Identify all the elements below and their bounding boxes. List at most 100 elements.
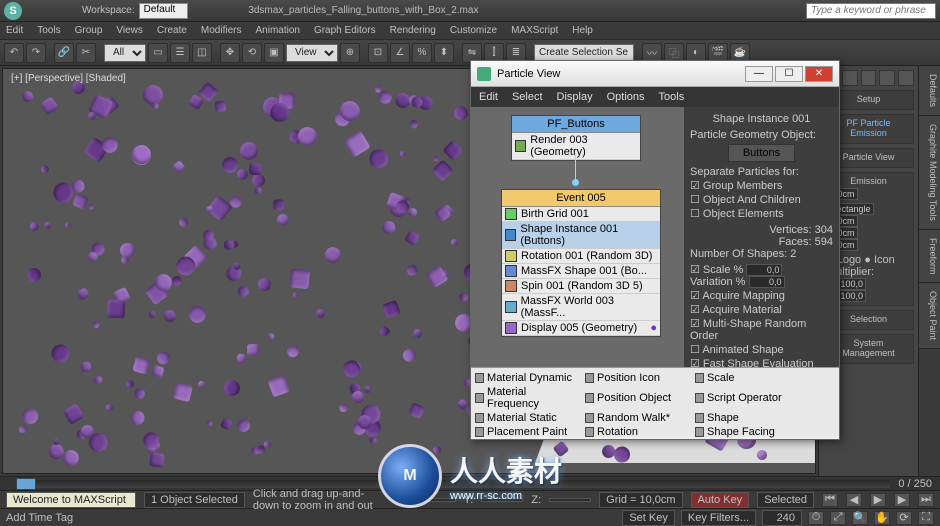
chk-multishape[interactable]: ☑ Multi-Shape Random Order: [690, 317, 833, 342]
modify-tab-icon[interactable]: [842, 70, 858, 86]
menu-edit[interactable]: Edit: [6, 25, 23, 36]
setkey-button[interactable]: Set Key: [622, 510, 675, 526]
menu-help[interactable]: Help: [572, 25, 593, 36]
event-header[interactable]: Event 005: [502, 190, 660, 207]
minimize-icon[interactable]: —: [745, 66, 773, 82]
app-icon[interactable]: S: [4, 2, 22, 20]
chk-obj-children[interactable]: ☐ Object And Children: [690, 193, 833, 206]
maxscript-listener[interactable]: Welcome to MAXScript: [6, 492, 136, 508]
refcoord-dropdown[interactable]: View: [286, 44, 338, 62]
chk-acq-mapping[interactable]: ☑ Acquire Mapping: [690, 289, 833, 302]
op-spin[interactable]: Spin 001 (Random 3D 5): [502, 279, 660, 294]
maximize-vp-icon[interactable]: ⛶: [918, 511, 934, 525]
next-frame-icon[interactable]: ▶: [894, 493, 910, 507]
snap-icon[interactable]: ⊡: [368, 43, 388, 63]
zoom-icon[interactable]: 🔍: [852, 511, 868, 525]
unlink-icon[interactable]: ✂: [76, 43, 96, 63]
z-coord[interactable]: [549, 498, 591, 502]
display-tab-icon[interactable]: [898, 70, 914, 86]
op-display[interactable]: Display 005 (Geometry)●: [502, 321, 660, 336]
search-input[interactable]: [806, 3, 936, 19]
pv-menu-options[interactable]: Options: [607, 91, 645, 103]
hierarchy-tab-icon[interactable]: [861, 70, 877, 86]
menu-animation[interactable]: Animation: [255, 25, 299, 36]
selection-filter-dropdown[interactable]: All: [104, 44, 146, 62]
redo-icon[interactable]: ↷: [26, 43, 46, 63]
select-region-icon[interactable]: ◫: [192, 43, 212, 63]
move-icon[interactable]: ✥: [220, 43, 240, 63]
menu-rendering[interactable]: Rendering: [390, 25, 436, 36]
depot-scale[interactable]: Scale: [695, 372, 795, 384]
pv-canvas[interactable]: PF_Buttons Render 003 (Geometry) Event 0…: [471, 107, 684, 367]
timeline[interactable]: 0 / 250: [0, 476, 940, 490]
depot-shape[interactable]: Shape: [695, 412, 795, 424]
depot-random-walk[interactable]: Random Walk*: [585, 412, 685, 424]
menu-group[interactable]: Group: [75, 25, 103, 36]
op-massfx-world[interactable]: MassFX World 003 (MassF...: [502, 294, 660, 321]
anglesnap-icon[interactable]: ∠: [390, 43, 410, 63]
vtab-objectpaint[interactable]: Object Paint: [919, 283, 940, 349]
y-coord[interactable]: [481, 498, 523, 502]
time-slider[interactable]: [16, 480, 890, 488]
timeslider-thumb[interactable]: [16, 478, 36, 490]
keyfilters-button[interactable]: Key Filters...: [681, 510, 756, 526]
pv-menu-select[interactable]: Select: [512, 91, 543, 103]
menu-grapheditors[interactable]: Graph Editors: [314, 25, 376, 36]
menu-customize[interactable]: Customize: [450, 25, 497, 36]
chk-fast-eval[interactable]: ☑ Fast Shape Evaluation: [690, 357, 833, 367]
depot-material-static[interactable]: Material Static: [475, 412, 575, 424]
spinnersnap-icon[interactable]: ⬍: [434, 43, 454, 63]
depot-material-frequency[interactable]: Material Frequency: [475, 386, 575, 410]
prev-frame-icon[interactable]: ◀: [846, 493, 862, 507]
op-rotation[interactable]: Rotation 001 (Random 3D): [502, 249, 660, 264]
pf-source-node[interactable]: PF_Buttons Render 003 (Geometry): [511, 115, 641, 161]
percentsnap-icon[interactable]: %: [412, 43, 432, 63]
select-name-icon[interactable]: ☰: [170, 43, 190, 63]
scale-input[interactable]: 0,0: [746, 264, 782, 276]
op-massfx-shape[interactable]: MassFX Shape 001 (Bo...: [502, 264, 660, 279]
pv-menu-edit[interactable]: Edit: [479, 91, 498, 103]
zoom-extents-icon[interactable]: ⤢: [830, 511, 846, 525]
scale-icon[interactable]: ▣: [264, 43, 284, 63]
depot-rotation[interactable]: Rotation: [585, 426, 685, 438]
x-coord[interactable]: [414, 498, 456, 502]
timeconfig-icon[interactable]: ⏱: [808, 511, 824, 525]
menu-create[interactable]: Create: [157, 25, 187, 36]
depot-material-dynamic[interactable]: Material Dynamic: [475, 372, 575, 384]
vtab-defaults[interactable]: Defaults: [919, 66, 940, 116]
pan-icon[interactable]: ✋: [874, 511, 890, 525]
named-selection-input[interactable]: [534, 44, 634, 62]
geom-pick-button[interactable]: Buttons: [728, 144, 795, 162]
event-node[interactable]: Event 005 Birth Grid 001 Shape Instance …: [501, 189, 661, 337]
depot-shape-facing[interactable]: Shape Facing: [695, 426, 795, 438]
menu-maxscript[interactable]: MAXScript: [511, 25, 558, 36]
motion-tab-icon[interactable]: [879, 70, 895, 86]
menu-views[interactable]: Views: [116, 25, 143, 36]
depot-placement-paint[interactable]: Placement Paint: [475, 426, 575, 438]
pf-source-header[interactable]: PF_Buttons: [512, 116, 640, 133]
chk-acq-material[interactable]: ☑ Acquire Material: [690, 303, 833, 316]
vtab-graphite[interactable]: Graphite Modeling Tools: [919, 116, 940, 230]
link-icon[interactable]: 🔗: [54, 43, 74, 63]
pv-menu-tools[interactable]: Tools: [659, 91, 685, 103]
frame-input[interactable]: 240: [762, 510, 802, 526]
viewport-label[interactable]: [+] [Perspective] [Shaded]: [11, 73, 126, 84]
undo-icon[interactable]: ↶: [4, 43, 24, 63]
depot-script-operator[interactable]: Script Operator: [695, 386, 795, 410]
variation-input[interactable]: 0,0: [749, 276, 785, 288]
rotate-icon[interactable]: ⟲: [242, 43, 262, 63]
autokey-button[interactable]: Auto Key: [691, 492, 750, 508]
render-operator[interactable]: Render 003 (Geometry): [512, 133, 640, 160]
pivot-icon[interactable]: ⊕: [340, 43, 360, 63]
select-icon[interactable]: ▭: [148, 43, 168, 63]
chk-obj-elements[interactable]: ☐ Object Elements: [690, 207, 833, 220]
maximize-icon[interactable]: ☐: [775, 66, 803, 82]
addtag-label[interactable]: Add Time Tag: [6, 512, 616, 524]
goto-end-icon[interactable]: ⏭: [918, 493, 934, 507]
vtab-freeform[interactable]: Freeform: [919, 230, 940, 284]
icon-radio[interactable]: ● Icon: [864, 254, 895, 266]
pv-titlebar[interactable]: Particle View — ☐ ✕: [471, 61, 839, 87]
workspace-dropdown[interactable]: Default: [139, 3, 189, 19]
op-shape-instance[interactable]: Shape Instance 001 (Buttons): [502, 222, 660, 249]
goto-start-icon[interactable]: ⏮: [822, 493, 838, 507]
